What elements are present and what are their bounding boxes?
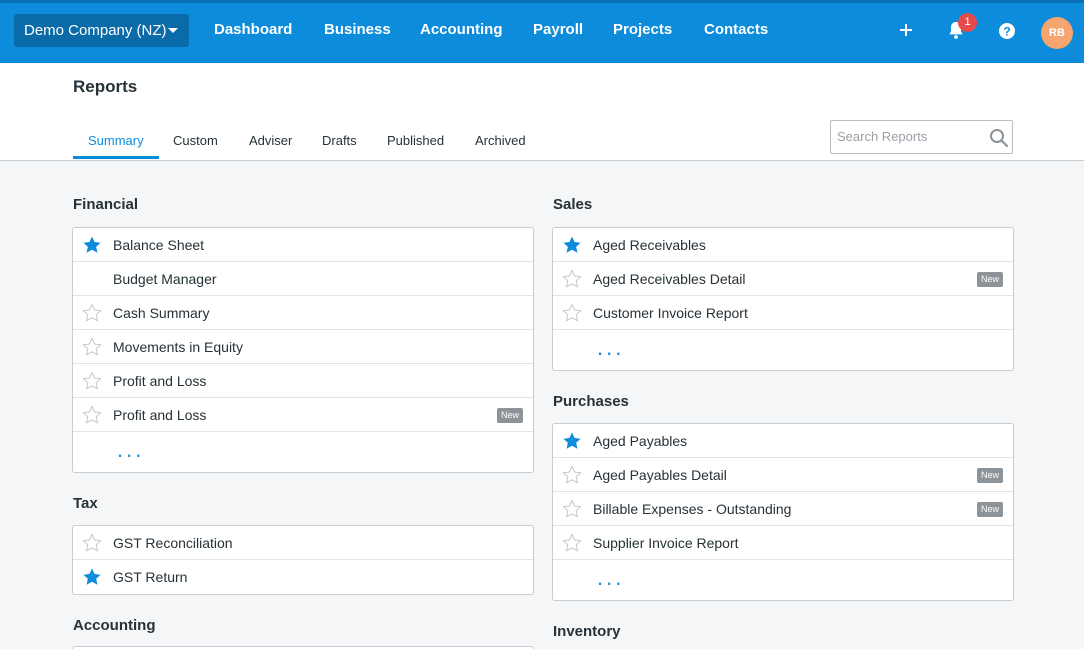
star-outline-icon[interactable] <box>562 465 582 485</box>
section-title-financial: Financial <box>73 196 139 213</box>
user-avatar[interactable]: RB <box>1041 17 1073 49</box>
report-name[interactable]: GST Return <box>113 569 187 585</box>
tab-drafts[interactable]: Drafts <box>322 133 357 148</box>
tab-custom[interactable]: Custom <box>173 133 218 148</box>
more-reports-row[interactable]: ... <box>73 432 533 472</box>
section-title-purchases: Purchases <box>553 393 629 410</box>
report-name[interactable]: Balance Sheet <box>113 237 204 253</box>
report-row[interactable]: Budget Manager <box>73 262 533 296</box>
report-row[interactable]: Customer Invoice Report <box>553 296 1013 330</box>
report-name[interactable]: Budget Manager <box>113 271 217 287</box>
section-title-sales: Sales <box>553 196 593 213</box>
page-title: Reports <box>73 77 138 96</box>
section-title-tax: Tax <box>73 495 98 512</box>
report-row[interactable]: Aged Payables <box>553 424 1013 458</box>
star-filled-icon[interactable] <box>562 235 582 255</box>
nav-projects[interactable]: Projects <box>613 21 672 38</box>
new-badge: New <box>976 272 1003 287</box>
report-row[interactable]: Aged Receivables <box>553 228 1013 262</box>
section-title-inventory: Inventory <box>553 623 621 640</box>
report-name[interactable]: Aged Payables <box>593 433 687 449</box>
report-row[interactable]: GST Reconciliation <box>73 526 533 560</box>
top-navigation-bar: Demo Company (NZ) Dashboard Business Acc… <box>0 0 1084 63</box>
help-icon[interactable]: ? <box>995 19 1021 45</box>
report-name[interactable]: Profit and Loss <box>113 373 206 389</box>
more-reports-row[interactable]: ... <box>553 560 1013 600</box>
tax-reports-card: GST Reconciliation GST Return <box>72 525 534 595</box>
star-outline-icon[interactable] <box>562 533 582 553</box>
section-title-accounting: Accounting <box>73 617 156 634</box>
organisation-name: Demo Company (NZ) <box>24 22 167 39</box>
nav-accounting[interactable]: Accounting <box>420 21 503 38</box>
star-outline-icon[interactable] <box>562 499 582 519</box>
report-row[interactable]: Movements in Equity <box>73 330 533 364</box>
financial-reports-card: Balance Sheet Budget Manager Cash Summar… <box>72 227 534 473</box>
tab-summary[interactable]: Summary <box>88 133 144 148</box>
search-icon[interactable] <box>989 128 1009 148</box>
star-filled-icon[interactable] <box>82 567 102 587</box>
report-row[interactable]: Cash Summary <box>73 296 533 330</box>
report-row[interactable]: Billable Expenses - Outstanding New <box>553 492 1013 526</box>
report-row[interactable]: Supplier Invoice Report <box>553 526 1013 560</box>
report-name[interactable]: Aged Receivables Detail <box>593 271 746 287</box>
nav-contacts[interactable]: Contacts <box>704 21 768 38</box>
star-outline-icon[interactable] <box>82 533 102 553</box>
more-reports-link[interactable]: ... <box>117 439 144 461</box>
report-name[interactable]: Movements in Equity <box>113 339 243 355</box>
report-name[interactable]: Aged Payables Detail <box>593 467 727 483</box>
tab-archived[interactable]: Archived <box>475 133 526 148</box>
more-reports-row[interactable]: ... <box>553 330 1013 370</box>
star-filled-icon[interactable] <box>82 235 102 255</box>
notification-count-badge: 1 <box>958 13 977 32</box>
search-reports-input[interactable] <box>837 129 982 144</box>
svg-text:?: ? <box>1003 24 1010 38</box>
star-outline-icon[interactable] <box>82 337 102 357</box>
report-name[interactable]: Supplier Invoice Report <box>593 535 739 551</box>
caret-down-icon <box>168 28 178 33</box>
new-badge: New <box>496 408 523 423</box>
report-name[interactable]: Aged Receivables <box>593 237 706 253</box>
report-row[interactable]: Profit and Loss <box>73 364 533 398</box>
star-outline-icon[interactable] <box>562 269 582 289</box>
nav-business[interactable]: Business <box>324 21 391 38</box>
nav-dashboard[interactable]: Dashboard <box>214 21 292 38</box>
add-new-icon[interactable] <box>894 17 920 43</box>
star-outline-icon[interactable] <box>82 371 102 391</box>
more-reports-link[interactable]: ... <box>597 567 624 589</box>
search-reports-box <box>830 120 1013 154</box>
nav-payroll[interactable]: Payroll <box>533 21 583 38</box>
star-filled-icon[interactable] <box>562 431 582 451</box>
report-name[interactable]: Billable Expenses - Outstanding <box>593 501 791 517</box>
report-name[interactable]: Profit and Loss <box>113 407 206 423</box>
new-badge: New <box>976 502 1003 517</box>
star-outline-icon[interactable] <box>562 303 582 323</box>
star-outline-icon[interactable] <box>82 303 102 323</box>
purchases-reports-card: Aged Payables Aged Payables Detail New B… <box>552 423 1014 601</box>
report-name[interactable]: GST Reconciliation <box>113 535 233 551</box>
active-tab-indicator <box>73 156 159 159</box>
report-row[interactable]: Balance Sheet <box>73 228 533 262</box>
report-row[interactable]: Aged Payables Detail New <box>553 458 1013 492</box>
report-name[interactable]: Cash Summary <box>113 305 209 321</box>
report-row[interactable]: Profit and Loss New <box>73 398 533 432</box>
star-outline-icon[interactable] <box>82 405 102 425</box>
report-row[interactable]: Aged Receivables Detail New <box>553 262 1013 296</box>
page-header: Reports Summary Custom Adviser Drafts Pu… <box>0 63 1084 161</box>
organisation-switcher[interactable]: Demo Company (NZ) <box>14 14 189 47</box>
report-name[interactable]: Customer Invoice Report <box>593 305 748 321</box>
more-reports-link[interactable]: ... <box>597 337 624 359</box>
report-row[interactable]: GST Return <box>73 560 533 594</box>
tab-published[interactable]: Published <box>387 133 444 148</box>
sales-reports-card: Aged Receivables Aged Receivables Detail… <box>552 227 1014 371</box>
tab-adviser[interactable]: Adviser <box>249 133 292 148</box>
new-badge: New <box>976 468 1003 483</box>
